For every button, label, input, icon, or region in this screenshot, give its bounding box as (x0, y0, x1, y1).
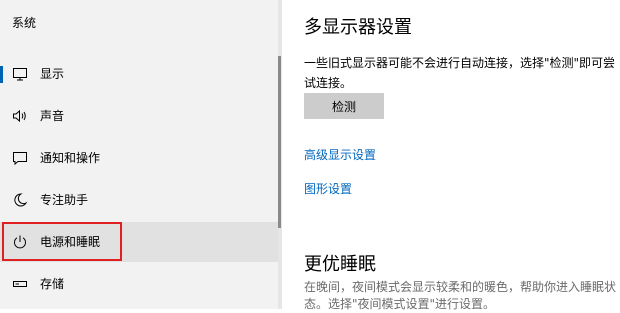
message-icon (13, 152, 27, 166)
multi-display-heading: 多显示器设置 (304, 17, 412, 38)
sidebar-item-storage[interactable]: 存储 (0, 264, 278, 304)
sidebar-section-title: 系统 (12, 16, 37, 30)
sidebar-item-label: 通知和操作 (40, 151, 101, 165)
better-sleep-heading: 更优睡眠 (304, 254, 376, 275)
sidebar-item-label: 存储 (40, 277, 65, 291)
sidebar-scrollbar-thumb[interactable] (278, 56, 281, 228)
monitor-icon (13, 68, 27, 81)
storage-icon (13, 281, 27, 287)
highlight-annotation-box (2, 222, 122, 261)
sidebar-item-label: 显示 (40, 67, 65, 81)
detect-button[interactable]: 检测 (304, 93, 384, 119)
sidebar-item-notifications[interactable]: 通知和操作 (0, 138, 278, 178)
sidebar-item-sound[interactable]: 声音 (0, 96, 278, 136)
better-sleep-description: 在晚间，夜间模式会显示较柔和的暖色，帮助你进入睡眠状态。选择"夜间模式设置"进行… (304, 280, 617, 311)
sidebar-item-display[interactable]: 显示 (0, 54, 278, 94)
moon-icon (14, 193, 28, 207)
multi-display-description: 一些旧式显示器可能不会进行自动连接，选择"检测"即可尝试连接。 (304, 56, 616, 90)
speaker-icon (13, 109, 26, 123)
settings-sidebar: 系统 显示 声音 通知和操作 专注助手 电源和睡眠 存储 (0, 0, 282, 309)
sidebar-item-label: 声音 (40, 109, 65, 123)
selected-indicator (0, 66, 3, 83)
advanced-display-settings-link[interactable]: 高级显示设置 (304, 146, 376, 163)
graphics-settings-link[interactable]: 图形设置 (304, 180, 352, 197)
sidebar-item-label: 专注助手 (40, 193, 89, 207)
sidebar-item-focus-assist[interactable]: 专注助手 (0, 180, 278, 220)
